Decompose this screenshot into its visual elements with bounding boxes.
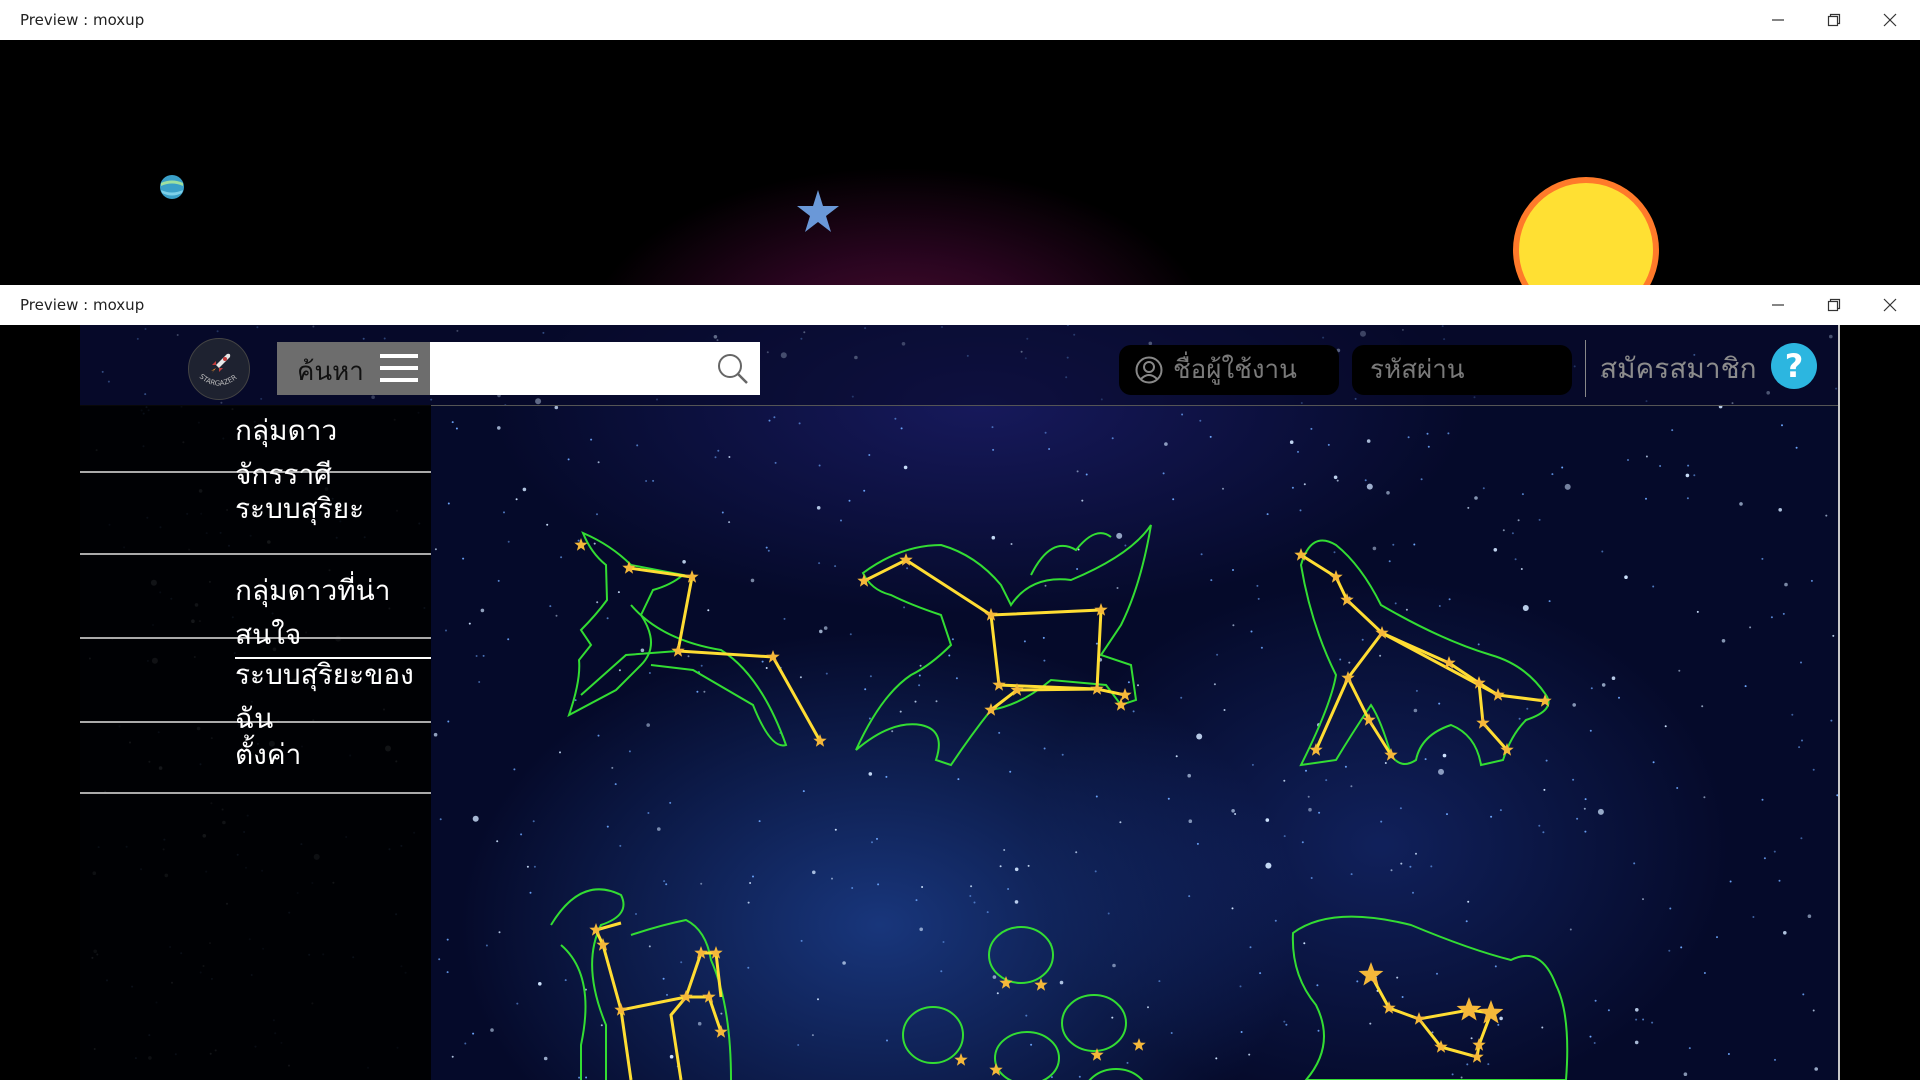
- maximize-button[interactable]: [1806, 0, 1862, 40]
- space-scene-window: [0, 40, 1920, 285]
- constellation-star: [1118, 688, 1132, 701]
- window-title: Preview : moxup: [20, 11, 145, 29]
- constellation-star: [1470, 1050, 1484, 1063]
- planet-icon[interactable]: [160, 175, 184, 199]
- search-menu-button[interactable]: ค้นหา: [277, 342, 430, 395]
- svg-text:STARGAZER: STARGAZER: [198, 372, 239, 387]
- sun-icon[interactable]: [1513, 177, 1659, 285]
- constellation-ursa-major[interactable]: [1299, 539, 1550, 767]
- constellation-view: [431, 405, 1838, 1080]
- sidebar: กลุ่มดาวจักรราศี ระบบสุริยะ กลุ่มดาวที่น…: [80, 405, 431, 1080]
- sidebar-item-settings[interactable]: ตั้งค่า: [80, 723, 431, 794]
- password-field[interactable]: รหัสผ่าน: [1352, 345, 1572, 395]
- constellation-star: [1538, 694, 1552, 707]
- app-window: STARGAZER ค้นหา ชื่อผู้ใช้งาน รหัสผ่าน ส…: [0, 325, 1920, 1080]
- constellation-star: [857, 574, 871, 587]
- constellation-star: [954, 1053, 968, 1066]
- top-bar: STARGAZER ค้นหา ชื่อผู้ใช้งาน รหัสผ่าน ส…: [80, 325, 1838, 406]
- minimize-button[interactable]: [1750, 285, 1806, 325]
- close-button[interactable]: [1862, 0, 1918, 40]
- help-icon: ?: [1784, 347, 1804, 385]
- space-scene: [160, 175, 1659, 285]
- constellation-deer[interactable]: [567, 531, 822, 747]
- constellation-star: [1456, 997, 1482, 1021]
- constellation-star: [1358, 962, 1384, 986]
- maximize-icon: [1827, 298, 1841, 312]
- constellation-star: [1478, 1000, 1504, 1024]
- register-link[interactable]: สมัครสมาชิก: [1600, 347, 1757, 391]
- sidebar-item-interesting-constellations[interactable]: กลุ่มดาวที่น่าสนใจ: [80, 555, 431, 659]
- constellation-pleiades[interactable]: [902, 926, 1148, 1080]
- close-icon: [1883, 13, 1897, 27]
- stargazer-app: STARGAZER ค้นหา ชื่อผู้ใช้งาน รหัสผ่าน ส…: [80, 325, 1838, 1080]
- constellation-ursa-minor[interactable]: [1291, 915, 1569, 1080]
- maximize-button[interactable]: [1806, 285, 1862, 325]
- window-title: Preview : moxup: [20, 296, 145, 314]
- username-placeholder: ชื่อผู้ใช้งาน: [1173, 355, 1297, 385]
- maximize-icon: [1827, 13, 1841, 27]
- sidebar-item-label: ระบบสุริยะ: [235, 492, 365, 525]
- constellation-star: [1382, 1001, 1396, 1014]
- constellation-star: [813, 734, 827, 747]
- search-icon[interactable]: [717, 353, 749, 385]
- menu-icon: [380, 354, 418, 382]
- window-titlebar-top: Preview : moxup: [0, 0, 1920, 40]
- constellation-star: [1491, 688, 1505, 701]
- sidebar-item-my-solar-system[interactable]: ระบบสุริยะของฉัน: [80, 639, 431, 735]
- username-field[interactable]: ชื่อผู้ใช้งาน: [1119, 345, 1339, 395]
- search-input[interactable]: [430, 342, 760, 395]
- constellation-star: [622, 561, 636, 574]
- app-logo[interactable]: STARGAZER: [188, 338, 250, 400]
- close-button[interactable]: [1862, 285, 1918, 325]
- logo-text: STARGAZER: [198, 372, 239, 387]
- constellation-star: [766, 650, 780, 663]
- sidebar-item-solar-system[interactable]: ระบบสุริยะ: [80, 473, 431, 555]
- password-placeholder: รหัสผ่าน: [1370, 355, 1465, 385]
- constellation-star: [1132, 1038, 1146, 1051]
- constellation-gemini[interactable]: [550, 888, 732, 1080]
- header-divider: [1585, 340, 1586, 397]
- constellation-star: [992, 678, 1006, 691]
- close-icon: [1883, 298, 1897, 312]
- star-icon[interactable]: [797, 190, 839, 232]
- minimize-button[interactable]: [1750, 0, 1806, 40]
- sidebar-item-zodiac[interactable]: กลุ่มดาวจักรราศี: [80, 405, 431, 491]
- minimize-icon: [1772, 304, 1784, 306]
- window-titlebar-bottom: Preview : moxup: [0, 285, 1920, 325]
- constellation-star: [714, 1025, 728, 1038]
- user-icon: [1135, 356, 1163, 384]
- constellation-pegasus[interactable]: [855, 524, 1152, 767]
- help-button[interactable]: ?: [1771, 343, 1817, 389]
- constellation-star: [1329, 570, 1343, 583]
- sidebar-item-label: ตั้งค่า: [235, 738, 302, 771]
- constellation-map: [550, 524, 1569, 1080]
- window-border: [1838, 325, 1840, 1080]
- minimize-icon: [1772, 19, 1784, 21]
- search-label: ค้นหา: [297, 357, 364, 387]
- constellation-star: [671, 644, 685, 657]
